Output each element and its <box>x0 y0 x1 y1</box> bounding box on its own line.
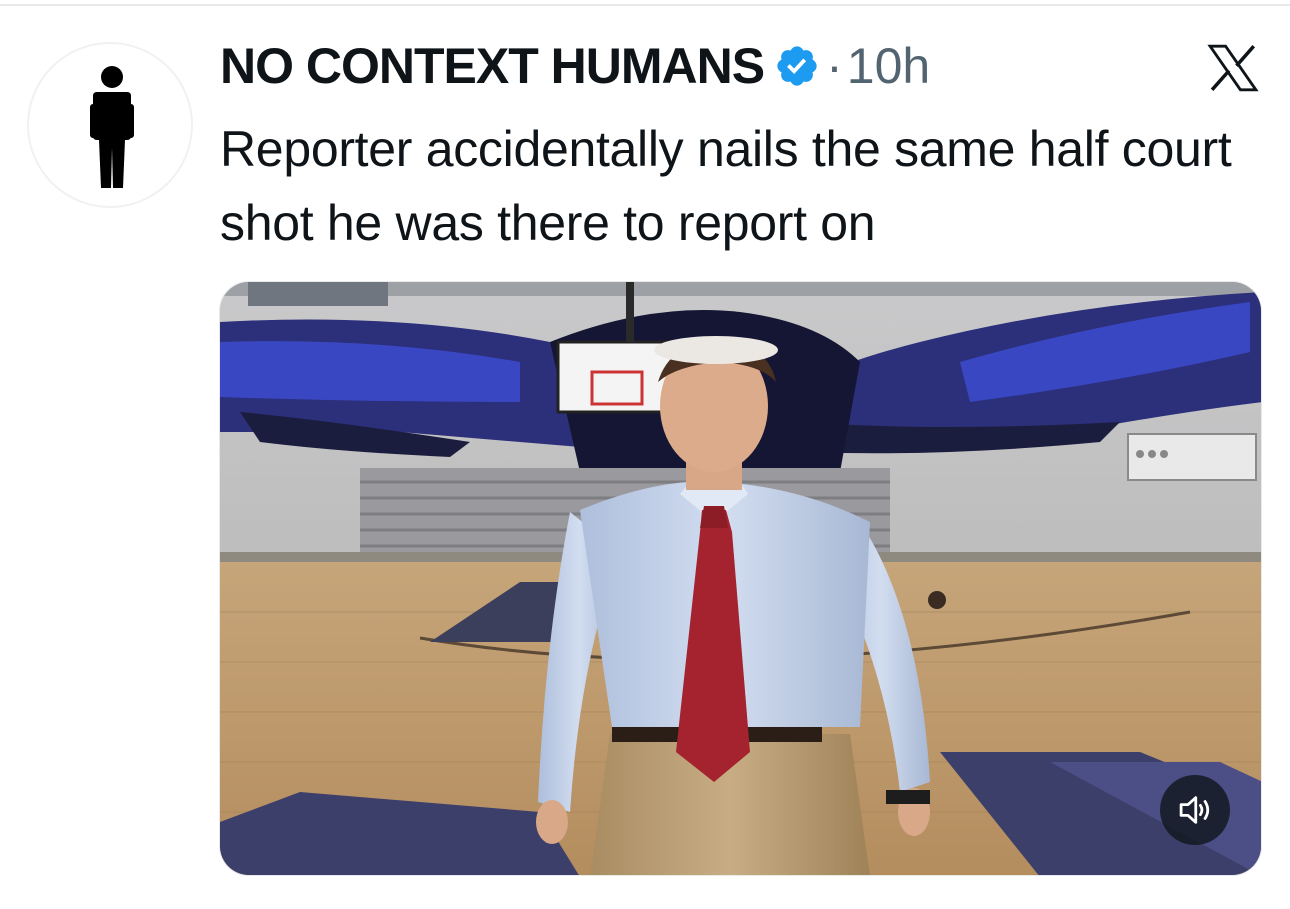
tweet-timestamp[interactable]: 10h <box>847 37 930 95</box>
verified-badge-icon <box>774 43 820 89</box>
tweet-text: Reporter accidentally nails the same hal… <box>220 121 1232 251</box>
header-separator: · <box>826 38 843 94</box>
volume-button[interactable] <box>1160 775 1230 845</box>
tweet-header: NO CONTEXT HUMANS · 10h <box>220 34 930 98</box>
video-frame <box>220 282 1261 875</box>
avatar[interactable] <box>27 42 193 208</box>
tweet-video[interactable] <box>219 281 1262 876</box>
person-standing-icon <box>90 66 134 188</box>
top-divider <box>0 4 1290 6</box>
speaker-icon <box>1179 796 1210 824</box>
x-logo-icon[interactable] <box>1206 44 1260 92</box>
author-display-name[interactable]: NO CONTEXT HUMANS <box>220 37 765 95</box>
